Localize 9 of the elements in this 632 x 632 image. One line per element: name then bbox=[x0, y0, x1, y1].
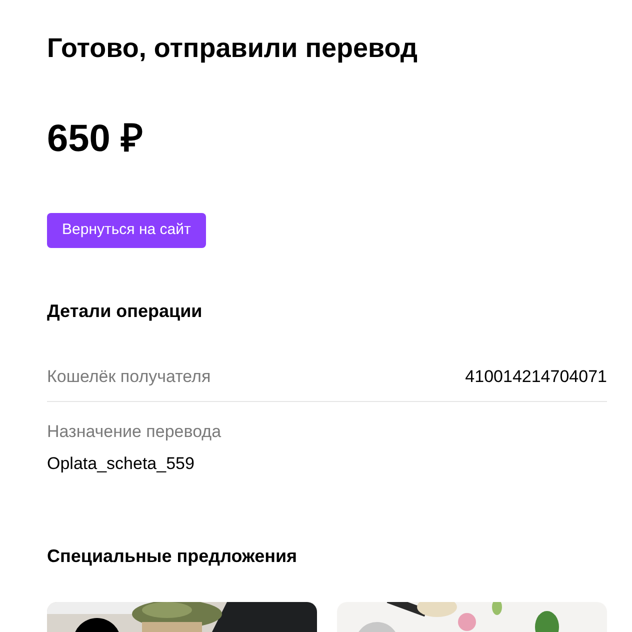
amount: 650 ₽ bbox=[47, 117, 144, 161]
page-title: Готово, отправили перевод bbox=[47, 32, 419, 65]
return-button[interactable]: Вернуться на сайт bbox=[47, 213, 206, 248]
detail-value: Oplata_scheta_559 bbox=[47, 453, 196, 475]
detail-value: 410014214704071 bbox=[465, 366, 607, 388]
section-heading: Специальные предложения bbox=[47, 545, 298, 568]
section-heading: Детали операции bbox=[47, 300, 204, 323]
detail-label: Кошелёк получателя bbox=[47, 366, 211, 388]
detail-label: Назначение перевода bbox=[47, 421, 222, 443]
